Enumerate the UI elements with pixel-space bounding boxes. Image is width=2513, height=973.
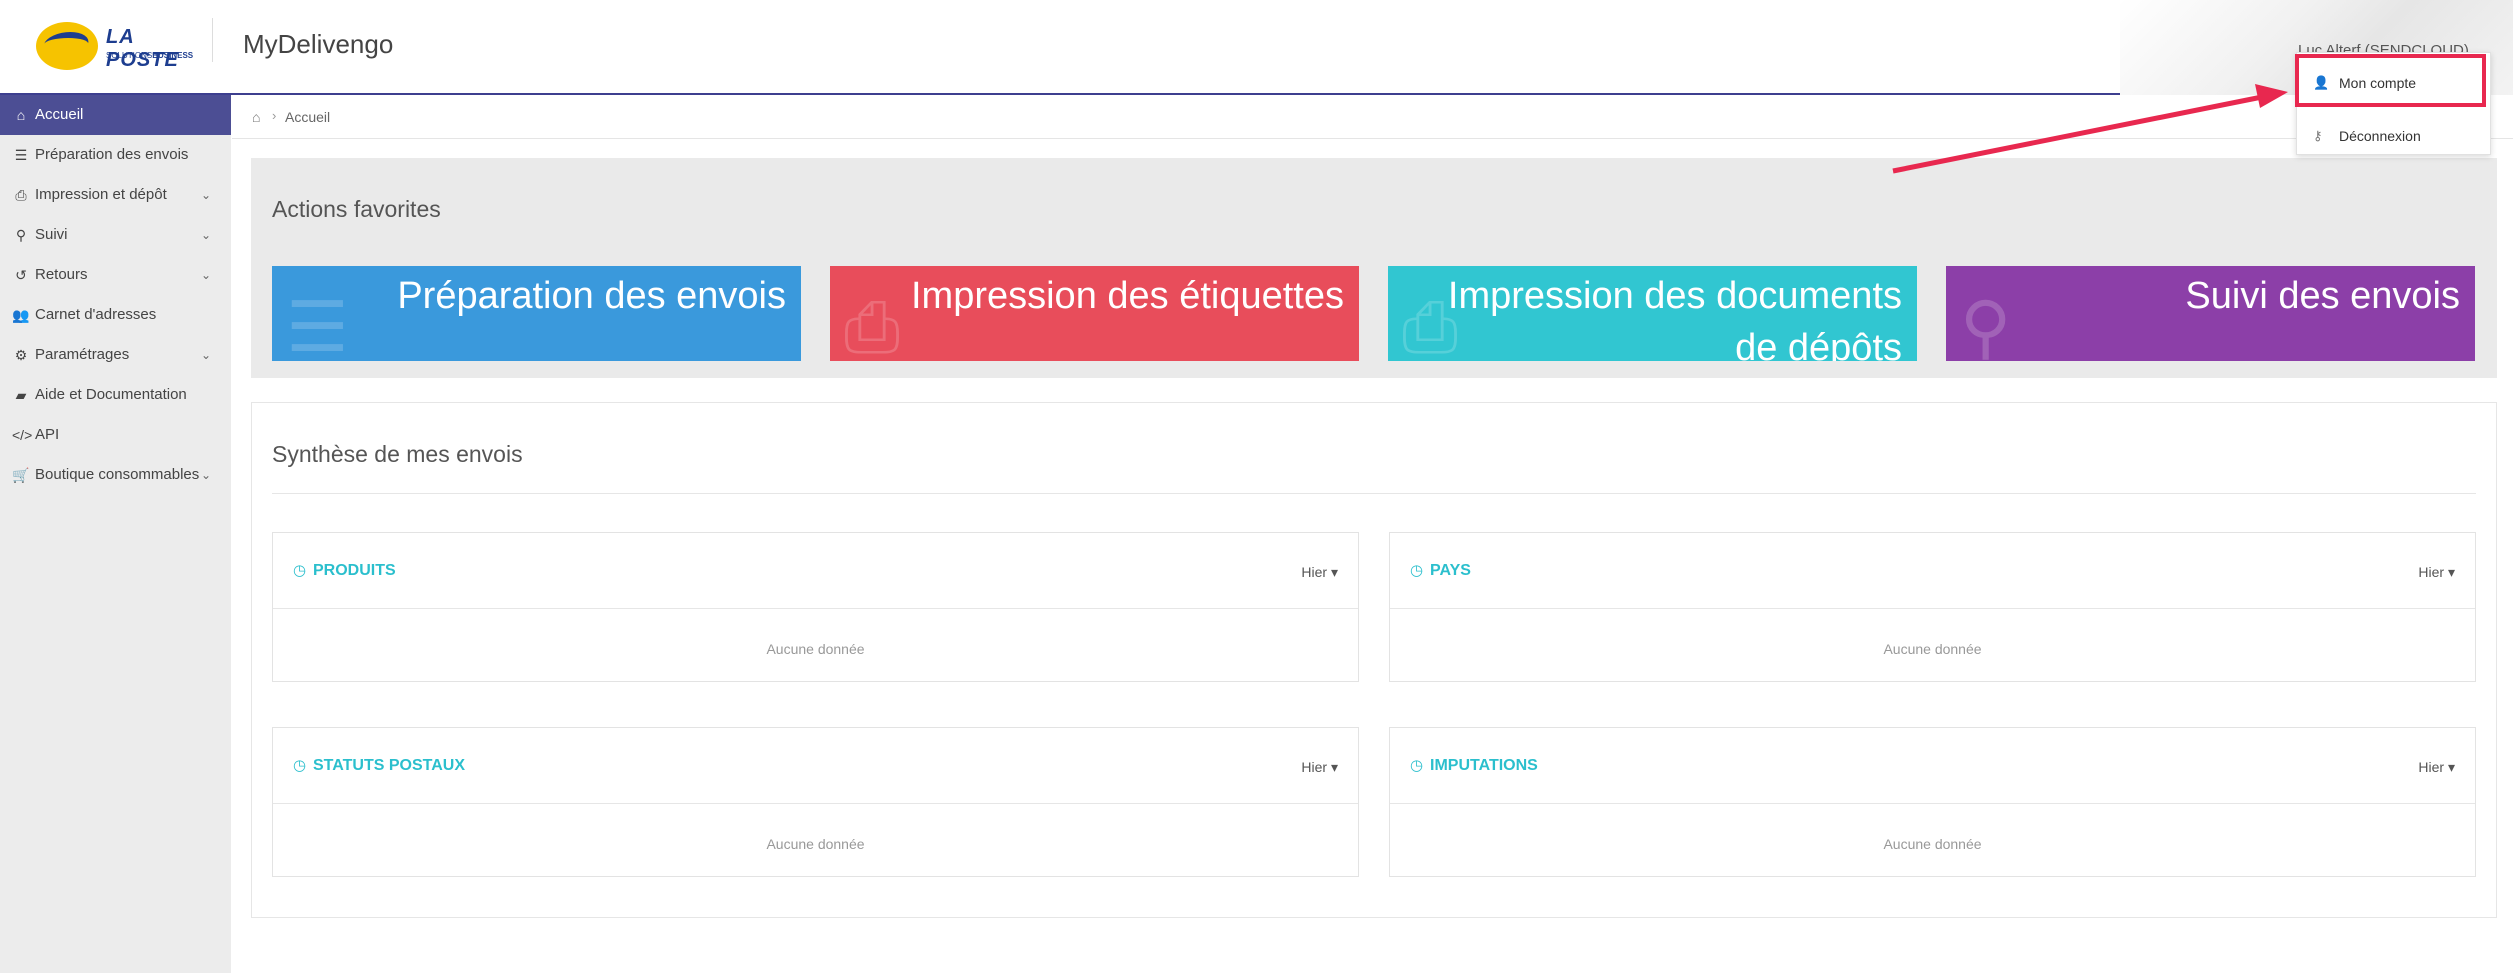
card-header: ◷ IMPUTATIONS Hier ▾	[1390, 728, 2475, 804]
sidebar: ⌂ Accueil ☰ Préparation des envois ⎙ Imp…	[0, 95, 231, 973]
tile-preparation[interactable]: ☰ Préparation des envois	[272, 266, 801, 361]
tile-suivi[interactable]: ⚲ Suivi des envois	[1946, 266, 2475, 361]
sidebar-item-label: Accueil	[35, 106, 84, 123]
divider	[272, 493, 2476, 494]
sidebar-item-label: Préparation des envois	[35, 146, 189, 163]
sidebar-item-boutique[interactable]: 🛒 Boutique consommables ⌄	[0, 455, 231, 495]
home-icon[interactable]: ⌂	[252, 109, 260, 125]
gear-icon: ⚙	[14, 347, 28, 363]
sidebar-item-label: Retours	[35, 266, 88, 283]
logo-text: LA POSTE	[106, 26, 179, 71]
card-header: ◷ STATUTS POSTAUX Hier ▾	[273, 728, 1358, 804]
logo-subtitle: SOLUTIONSBUSINESS	[106, 51, 194, 60]
tile-label: Impression des étiquettes	[910, 275, 1344, 317]
favorites-title: Actions favorites	[272, 196, 441, 222]
print-icon: ⎙	[15, 187, 27, 203]
sidebar-item-label: Boutique consommables	[35, 466, 200, 483]
breadcrumb-current: Accueil	[285, 109, 331, 125]
list-icon: ☰	[14, 147, 28, 163]
key-icon: ⚷	[2313, 128, 2323, 143]
card-produits: ◷ PRODUITS Hier ▾ Aucune donnée	[272, 532, 1359, 682]
tile-label: Suivi des envois	[2185, 275, 2460, 317]
users-icon: 👥	[12, 307, 30, 323]
sidebar-item-label: Aide et Documentation	[35, 386, 187, 403]
synthese-title: Synthèse de mes envois	[272, 441, 523, 467]
home-icon: ⌂	[16, 107, 26, 123]
book-icon: ▰	[15, 387, 27, 403]
undo-icon: ↺	[15, 267, 27, 283]
tile-label: Impression des documents de dépôts	[1447, 275, 1902, 361]
breadcrumb-separator: ›	[272, 108, 277, 123]
card-imputations: ◷ IMPUTATIONS Hier ▾ Aucune donnée	[1389, 727, 2476, 877]
app-title: MyDelivengo	[243, 29, 394, 59]
cart-icon: 🛒	[12, 467, 30, 483]
sidebar-item-accueil[interactable]: ⌂ Accueil	[0, 95, 231, 135]
search-icon: ⚲	[15, 227, 27, 243]
sidebar-item-suivi[interactable]: ⚲ Suivi ⌄	[0, 215, 231, 255]
card-title: STATUTS POSTAUX	[313, 757, 465, 774]
list-icon: ☰	[286, 288, 349, 361]
empty-message: Aucune donnée	[1883, 641, 1982, 657]
chart-icon: ◷	[293, 562, 307, 579]
card-header: ◷ PRODUITS Hier ▾	[273, 533, 1358, 609]
top-header: LA POSTE SOLUTIONSBUSINESS MyDelivengo L…	[0, 0, 2513, 95]
chart-icon: ◷	[293, 757, 307, 774]
period-dropdown[interactable]: Hier ▾	[1301, 759, 1338, 776]
chevron-down-icon: ⌄	[200, 468, 211, 482]
sidebar-item-parametrages[interactable]: ⚙ Paramétrages ⌄	[0, 335, 231, 375]
tile-impression-etiquettes[interactable]: ⎙ Impression des étiquettes	[830, 266, 1359, 361]
favorites-panel: Actions favorites ☰ Préparation des envo…	[251, 158, 2497, 378]
code-icon: </>	[12, 427, 33, 443]
period-dropdown[interactable]: Hier ▾	[2418, 759, 2455, 776]
sidebar-item-carnet[interactable]: 👥 Carnet d'adresses	[0, 295, 231, 335]
annotation-highlight-box	[2295, 54, 2486, 107]
synthese-panel: Synthèse de mes envois ◷ PRODUITS Hier ▾…	[251, 402, 2497, 918]
sidebar-item-label: Suivi	[35, 226, 68, 243]
card-title: PRODUITS	[313, 562, 396, 579]
la-poste-logo[interactable]: LA POSTE SOLUTIONSBUSINESS	[36, 20, 193, 72]
empty-message: Aucune donnée	[766, 836, 865, 852]
tile-impression-documents[interactable]: ⎙ Impression des documents de dépôts	[1388, 266, 1917, 361]
card-pays: ◷ PAYS Hier ▾ Aucune donnée	[1389, 532, 2476, 682]
sidebar-item-label: API	[35, 426, 60, 443]
chevron-down-icon: ⌄	[200, 188, 211, 202]
empty-message: Aucune donnée	[766, 641, 865, 657]
breadcrumb: ⌂ › Accueil	[232, 97, 2513, 139]
sidebar-item-label: Paramétrages	[35, 346, 130, 363]
chevron-down-icon: ⌄	[200, 228, 211, 242]
menu-item-label: Déconnexion	[2339, 128, 2421, 144]
empty-message: Aucune donnée	[1883, 836, 1982, 852]
card-header: ◷ PAYS Hier ▾	[1390, 533, 2475, 609]
sidebar-item-preparation[interactable]: ☰ Préparation des envois	[0, 135, 231, 175]
sidebar-item-label: Carnet d'adresses	[35, 306, 157, 323]
sidebar-item-impression[interactable]: ⎙ Impression et dépôt ⌄	[0, 175, 231, 215]
card-title: IMPUTATIONS	[1430, 757, 1538, 774]
chart-icon: ◷	[1410, 757, 1424, 774]
search-icon: ⚲	[1960, 288, 2012, 361]
menu-item-deconnexion[interactable]: ⚷ Déconnexion	[2297, 116, 2490, 156]
sidebar-item-retours[interactable]: ↺ Retours ⌄	[0, 255, 231, 295]
card-title: PAYS	[1430, 562, 1471, 579]
sidebar-item-api[interactable]: </> API	[0, 415, 231, 455]
tile-label: Préparation des envois	[397, 275, 786, 317]
sidebar-item-aide[interactable]: ▰ Aide et Documentation	[0, 375, 231, 415]
card-statuts-postaux: ◷ STATUTS POSTAUX Hier ▾ Aucune donnée	[272, 727, 1359, 877]
chart-icon: ◷	[1410, 562, 1424, 579]
period-dropdown[interactable]: Hier ▾	[1301, 564, 1338, 581]
header-divider	[212, 18, 213, 62]
sidebar-item-label: Impression et dépôt	[35, 186, 167, 203]
chevron-down-icon: ⌄	[200, 268, 211, 282]
chevron-down-icon: ⌄	[200, 348, 211, 362]
print-icon: ⎙	[844, 288, 900, 361]
period-dropdown[interactable]: Hier ▾	[2418, 564, 2455, 581]
